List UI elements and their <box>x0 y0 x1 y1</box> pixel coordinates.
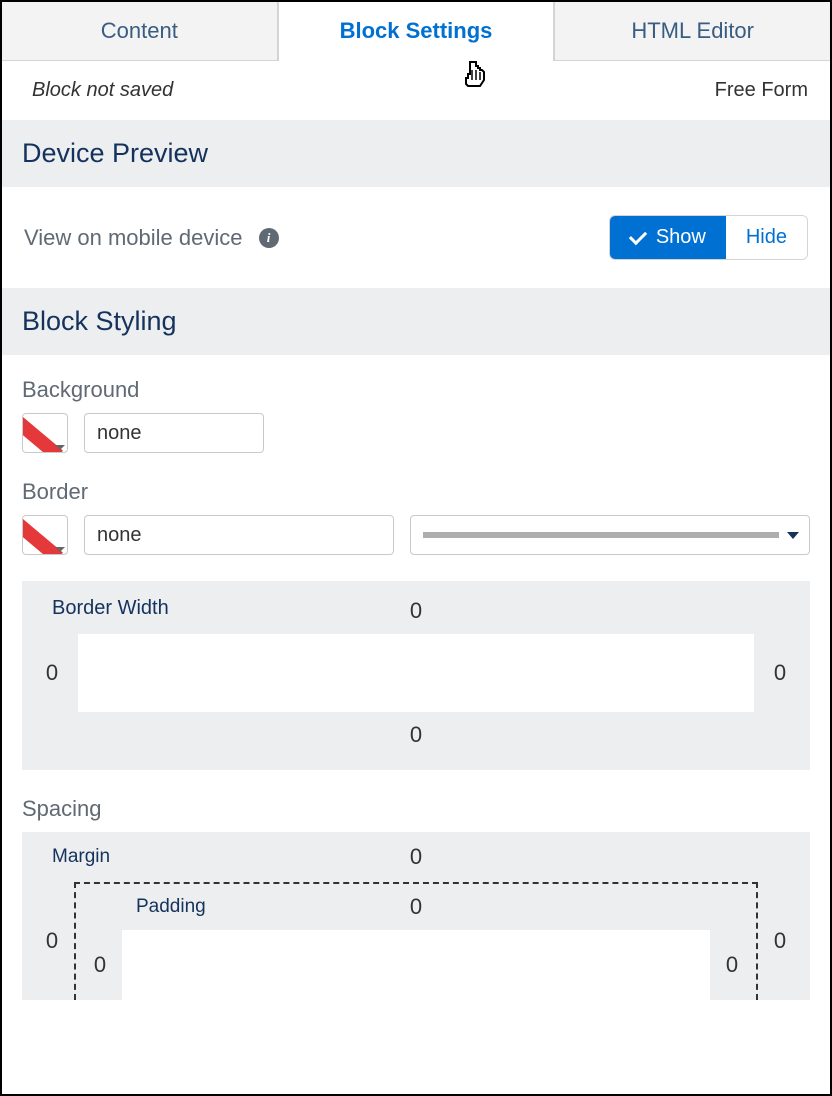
border-value-input[interactable] <box>84 515 394 555</box>
spacing-label: Spacing <box>22 796 810 822</box>
background-color-swatch[interactable] <box>22 413 68 453</box>
block-styling-header: Block Styling <box>2 288 830 355</box>
styling-body: Background Border Border Width 0 0 0 0 S… <box>2 355 830 1000</box>
margin-top[interactable]: 0 <box>44 844 788 870</box>
border-width-bottom[interactable]: 0 <box>44 722 788 748</box>
border-width-left[interactable]: 0 <box>44 660 60 686</box>
device-preview-header: Device Preview <box>2 120 830 187</box>
padding-inner <box>122 930 710 1000</box>
padding-right[interactable]: 0 <box>724 952 740 978</box>
background-row <box>22 413 810 453</box>
border-width-box: Border Width 0 0 0 0 <box>22 581 810 770</box>
view-mobile-label: View on mobile device <box>24 225 243 251</box>
border-style-line-icon <box>423 532 779 538</box>
margin-right[interactable]: 0 <box>772 928 788 954</box>
mobile-label-wrap: View on mobile device i <box>24 225 279 251</box>
show-label: Show <box>656 226 706 249</box>
border-style-select[interactable] <box>410 515 810 555</box>
background-value-input[interactable] <box>84 413 264 453</box>
info-icon[interactable]: i <box>259 228 279 248</box>
check-icon <box>629 226 647 244</box>
spacing-box: Margin 0 0 Padding 0 0 0 0 <box>22 832 810 1000</box>
border-row <box>22 515 810 555</box>
mobile-preview-row: View on mobile device i Show Hide <box>2 187 830 288</box>
margin-left[interactable]: 0 <box>44 928 60 954</box>
tab-block-settings[interactable]: Block Settings <box>278 2 555 61</box>
border-width-right[interactable]: 0 <box>772 660 788 686</box>
background-label: Background <box>22 377 810 403</box>
tab-content[interactable]: Content <box>2 2 278 61</box>
show-button[interactable]: Show <box>610 216 726 259</box>
block-not-saved-label: Block not saved <box>32 79 173 102</box>
border-width-inner <box>78 634 754 712</box>
padding-box: Padding 0 0 0 <box>74 882 758 1000</box>
show-hide-toggle: Show Hide <box>609 215 808 260</box>
hide-label: Hide <box>746 226 787 249</box>
border-label: Border <box>22 479 810 505</box>
status-row: Block not saved Free Form <box>2 61 830 120</box>
tabs-row: Content Block Settings HTML Editor <box>2 2 830 61</box>
free-form-label: Free Form <box>715 79 808 102</box>
padding-left[interactable]: 0 <box>92 952 108 978</box>
hide-button[interactable]: Hide <box>726 216 807 259</box>
tab-html-editor[interactable]: HTML Editor <box>554 2 830 61</box>
border-color-swatch[interactable] <box>22 515 68 555</box>
